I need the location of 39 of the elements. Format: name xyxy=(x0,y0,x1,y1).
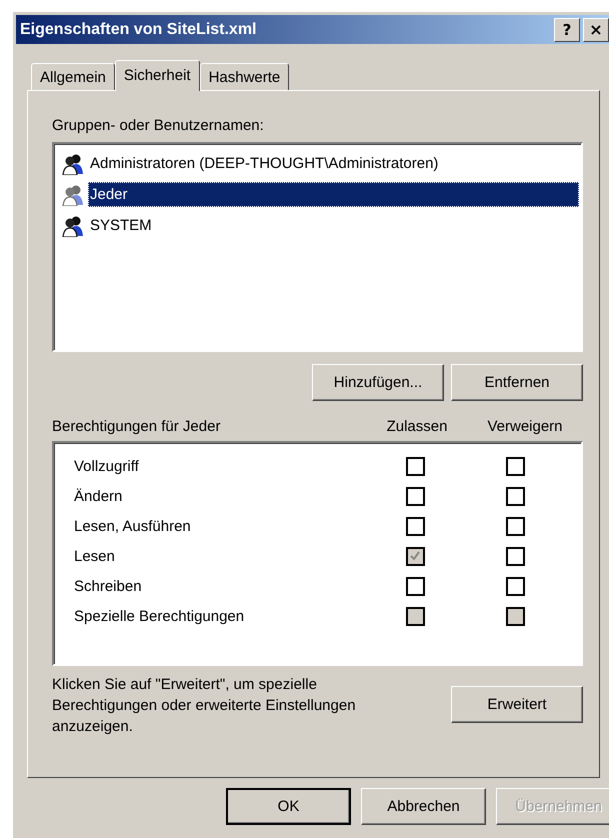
checkbox[interactable] xyxy=(406,486,424,506)
permission-name: Lesen, Ausführen xyxy=(74,518,192,534)
permission-name: Ändern xyxy=(74,488,124,504)
checkbox[interactable] xyxy=(506,546,524,566)
window-title: Eigenschaften von SiteList.xml xyxy=(20,20,258,38)
cancel-button[interactable]: Abbrechen xyxy=(361,788,486,825)
permission-name: Lesen xyxy=(74,548,116,564)
tab[interactable]: Hashwerte xyxy=(200,63,290,90)
remove-button[interactable]: Entfernen xyxy=(451,364,583,401)
checkbox[interactable] xyxy=(406,456,424,476)
checkbox[interactable] xyxy=(506,486,524,506)
help-button[interactable]: ? xyxy=(554,18,580,42)
permissions-label: Berechtigungen für Jeder xyxy=(52,418,222,435)
hint-text: Klicken Sie auf "Erweitert", um spezielle Berechtigungen oder erweiterte Einstellungen anzuzeigen. xyxy=(52,675,357,737)
checkbox[interactable] xyxy=(406,576,424,596)
list-item[interactable]: Jeder xyxy=(88,182,579,207)
tab[interactable]: Sicherheit xyxy=(114,60,200,91)
checkbox[interactable] xyxy=(506,456,524,476)
permission-name: Schreiben xyxy=(74,578,143,594)
user-group-icon xyxy=(62,184,84,206)
ok-button[interactable]: OK xyxy=(226,788,351,825)
permission-name: Spezielle Berechtigungen xyxy=(74,608,246,624)
close-button[interactable]: × xyxy=(583,18,609,42)
column-heading: Zulassen xyxy=(386,418,448,435)
checkbox[interactable] xyxy=(406,516,424,536)
list-label: Gruppen- oder Benutzernamen: xyxy=(52,117,265,134)
list-item[interactable]: Administratoren (DEEP-THOUGHT\Administratoren) xyxy=(88,151,579,176)
user-list[interactable]: Administratoren (DEEP-THOUGHT\Administratoren) Jeder SYSTEM xyxy=(52,142,583,352)
list-item[interactable]: SYSTEM xyxy=(88,213,579,238)
checkbox[interactable] xyxy=(506,516,524,536)
user-group-icon xyxy=(62,152,84,174)
tab[interactable]: Allgemein xyxy=(31,63,115,90)
permission-name: Vollzugriff xyxy=(74,458,140,474)
checkbox[interactable] xyxy=(506,576,524,596)
user-group-icon xyxy=(62,214,84,236)
advanced-button[interactable]: Erweitert xyxy=(451,686,583,723)
add-button[interactable]: Hinzufügen... xyxy=(312,364,444,401)
column-heading: Verweigern xyxy=(486,418,564,435)
check-icon xyxy=(408,549,422,563)
